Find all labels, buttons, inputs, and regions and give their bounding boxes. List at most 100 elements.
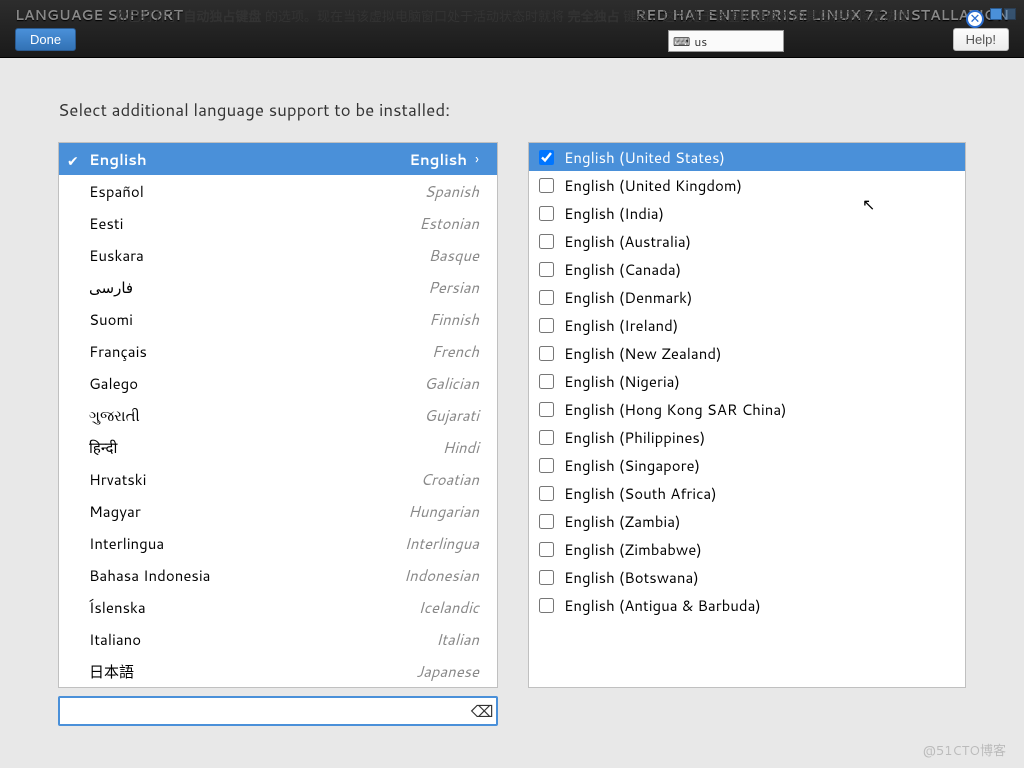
language-english-label: Basque [428, 245, 479, 266]
page-title: LANGUAGE SUPPORT [15, 5, 183, 25]
language-english-label: Hindi [442, 437, 479, 458]
language-row[interactable]: HrvatskiCroatian [59, 463, 497, 495]
locale-row[interactable]: English (Ireland) [529, 311, 965, 339]
language-list[interactable]: ✔EnglishEnglish›EspañolSpanishEestiEston… [58, 142, 498, 688]
language-row[interactable]: SuomiFinnish [59, 303, 497, 335]
locale-row[interactable]: English (Zimbabwe) [529, 535, 965, 563]
locale-checkbox[interactable] [539, 430, 554, 445]
language-row[interactable]: ItalianoItalian [59, 623, 497, 655]
locale-row[interactable]: English (Nigeria) [529, 367, 965, 395]
locale-checkbox[interactable] [539, 570, 554, 585]
language-row[interactable]: 日本語Japanese [59, 655, 497, 687]
language-native-label: فارسی [89, 277, 428, 298]
locale-label: English (Denmark) [564, 287, 692, 308]
locale-checkbox[interactable] [539, 262, 554, 277]
locale-checkbox[interactable] [539, 598, 554, 613]
language-native-label: Interlingua [89, 533, 405, 554]
language-row[interactable]: ÍslenskaIcelandic [59, 591, 497, 623]
chevron-right-icon: › [475, 149, 479, 169]
locale-checkbox[interactable] [539, 290, 554, 305]
language-row[interactable]: GalegoGalician [59, 367, 497, 399]
language-native-label: Suomi [89, 309, 429, 330]
locale-checkbox[interactable] [539, 206, 554, 221]
check-icon: ✔ [67, 151, 79, 171]
locale-label: English (South Africa) [564, 483, 717, 504]
language-english-label: Spanish [424, 181, 479, 202]
locale-label: English (United Kingdom) [564, 175, 742, 196]
locale-checkbox[interactable] [539, 458, 554, 473]
language-row[interactable]: EestiEstonian [59, 207, 497, 239]
language-native-label: Magyar [89, 501, 408, 522]
locale-label: English (Hong Kong SAR China) [564, 399, 787, 420]
locale-label: English (Zambia) [564, 511, 681, 532]
locale-row[interactable]: English (Singapore) [529, 451, 965, 479]
locale-checkbox[interactable] [539, 346, 554, 361]
locale-checkbox[interactable] [539, 486, 554, 501]
locale-row[interactable]: English (South Africa) [529, 479, 965, 507]
vm-indicator-icon [990, 8, 1016, 20]
language-row[interactable]: InterlinguaInterlingua [59, 527, 497, 559]
language-row[interactable]: ✔EnglishEnglish› [59, 143, 497, 175]
locale-checkbox[interactable] [539, 150, 554, 165]
language-english-label: English [409, 149, 467, 170]
language-english-label: French [432, 341, 479, 362]
language-english-label: Indonesian [404, 565, 479, 586]
language-native-label: Bahasa Indonesia [89, 565, 404, 586]
language-row[interactable]: EuskaraBasque [59, 239, 497, 271]
language-row[interactable]: FrançaisFrench [59, 335, 497, 367]
close-icon[interactable]: ✕ [966, 10, 984, 28]
language-row[interactable]: EspañolSpanish [59, 175, 497, 207]
language-native-label: ગુજરાતી [89, 405, 424, 426]
locale-row[interactable]: English (India) [529, 199, 965, 227]
locale-row[interactable]: English (Botswana) [529, 563, 965, 591]
language-english-label: Estonian [419, 213, 479, 234]
clear-search-icon[interactable]: ⌫ [472, 701, 492, 721]
locale-list[interactable]: English (United States) English (United K… [528, 142, 966, 688]
watermark: @51CTO博客 [923, 740, 1006, 760]
locale-row[interactable]: English (United Kingdom) [529, 171, 965, 199]
locale-row[interactable]: English (Philippines) [529, 423, 965, 451]
locale-row[interactable]: English (Antigua & Barbuda) [529, 591, 965, 619]
locale-checkbox[interactable] [539, 178, 554, 193]
locale-label: English (Canada) [564, 259, 681, 280]
locale-label: English (Singapore) [564, 455, 700, 476]
locale-row[interactable]: English (Denmark) [529, 283, 965, 311]
locale-checkbox[interactable] [539, 514, 554, 529]
locale-checkbox[interactable] [539, 402, 554, 417]
locale-label: English (India) [564, 203, 664, 224]
language-row[interactable]: ગુજરાતીGujarati [59, 399, 497, 431]
locale-label: English (Nigeria) [564, 371, 680, 392]
language-row[interactable]: हिन्दीHindi [59, 431, 497, 463]
language-row[interactable]: Bahasa IndonesiaIndonesian [59, 559, 497, 591]
language-english-label: Finnish [429, 309, 479, 330]
locale-label: English (Australia) [564, 231, 691, 252]
language-english-label: Persian [428, 277, 479, 298]
locale-row[interactable]: English (Hong Kong SAR China) [529, 395, 965, 423]
locale-label: English (Botswana) [564, 567, 699, 588]
locale-row[interactable]: English (New Zealand) [529, 339, 965, 367]
locale-checkbox[interactable] [539, 234, 554, 249]
language-english-label: Interlingua [405, 533, 479, 554]
locale-row[interactable]: English (Australia) [529, 227, 965, 255]
keyboard-layout-label: us [694, 33, 707, 50]
language-native-label: Français [89, 341, 432, 362]
instruction-text: Select additional language support to be… [58, 98, 966, 122]
locale-row[interactable]: English (Zambia) [529, 507, 965, 535]
language-english-label: Hungarian [408, 501, 479, 522]
locale-checkbox[interactable] [539, 374, 554, 389]
locale-checkbox[interactable] [539, 318, 554, 333]
language-english-label: Italian [436, 629, 479, 650]
done-button[interactable]: Done [15, 28, 76, 51]
language-row[interactable]: فارسیPersian [59, 271, 497, 303]
language-row[interactable]: MagyarHungarian [59, 495, 497, 527]
keyboard-indicator[interactable]: ⌨ us [668, 30, 784, 52]
locale-label: English (New Zealand) [564, 343, 722, 364]
language-native-label: Español [89, 181, 424, 202]
locale-row[interactable]: English (Canada) [529, 255, 965, 283]
locale-row[interactable]: English (United States) [529, 143, 965, 171]
language-search-input[interactable] [58, 696, 498, 726]
locale-checkbox[interactable] [539, 542, 554, 557]
help-button[interactable]: Help! [953, 28, 1009, 51]
language-english-label: Galician [424, 373, 479, 394]
language-native-label: Galego [89, 373, 424, 394]
